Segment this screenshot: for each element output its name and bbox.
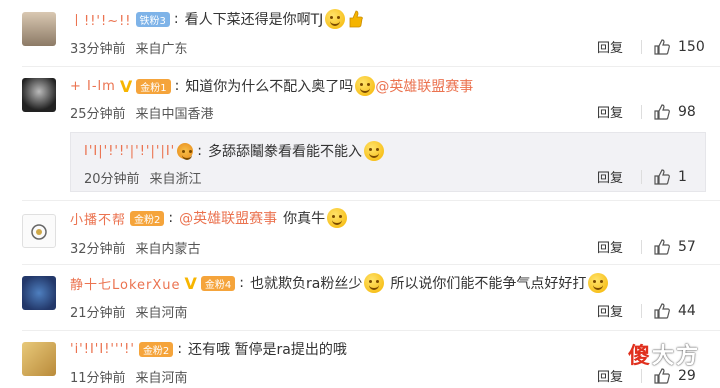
like-button[interactable]: 44	[654, 303, 696, 319]
mention-link[interactable]: @英雄联盟赛事	[179, 208, 277, 228]
avatar[interactable]	[22, 214, 56, 248]
username[interactable]: 小播不帮	[70, 209, 126, 228]
thumbs-up-icon	[654, 168, 670, 185]
comment-text-2: 所以说你们能不能争气点好好打	[390, 276, 587, 292]
username[interactable]: + I-lm	[70, 79, 116, 94]
fan-badge[interactable]: 金粉2	[130, 210, 165, 226]
like-button[interactable]: 1	[654, 169, 687, 185]
smile-emoji	[355, 76, 376, 96]
comment-time: 32分钟前	[70, 242, 126, 257]
sweat-emoji	[364, 273, 385, 293]
username[interactable]: 静十七LokerXue	[70, 274, 181, 293]
divider	[22, 330, 720, 331]
smile-emoji	[588, 273, 609, 293]
fan-badge[interactable]: 金粉4	[200, 275, 236, 291]
comment-text: 也就欺负ra粉丝少	[250, 276, 363, 292]
comment-time: 11分钟前	[70, 371, 126, 386]
divider	[641, 303, 642, 318]
comment-time: 21分钟前	[70, 306, 126, 321]
comment-source: 来自浙江	[149, 172, 202, 187]
verified-icon: V	[119, 76, 133, 96]
divider	[641, 368, 642, 383]
comment-text: 你真牛	[283, 211, 326, 227]
reply-button[interactable]: 回复	[597, 102, 641, 121]
smile-emoji	[327, 208, 348, 228]
comment-time: 33分钟前	[70, 42, 126, 57]
colon: :	[177, 341, 183, 357]
comment-text: 还有哦 暂停是ra提出的哦	[188, 342, 347, 358]
verified-icon: V	[184, 273, 197, 293]
avatar[interactable]	[22, 276, 56, 310]
divider	[22, 264, 720, 265]
colon: :	[173, 11, 179, 27]
scared-emoji	[363, 141, 384, 161]
like-count: 1	[678, 168, 687, 185]
avatar[interactable]	[22, 12, 56, 46]
watermark-part-1: 傻	[627, 344, 652, 369]
colon: :	[239, 275, 245, 291]
username[interactable]: I'I|'!'!'|'!'|'|I'	[84, 144, 175, 159]
comment-source: 来自中国香港	[135, 107, 214, 122]
like-button[interactable]: 150	[654, 39, 705, 55]
comment-text: 多舔舔鬮豢看看能不能入	[207, 144, 362, 160]
watermark-part-2: 大方	[651, 344, 700, 369]
comment-source: 来自广东	[135, 42, 188, 57]
divider	[641, 169, 642, 184]
thumbs-up-emoji	[349, 10, 364, 28]
fan-badge[interactable]: 铁粉3	[135, 11, 170, 27]
comment-time: 20分钟前	[84, 172, 140, 187]
comment-source: 来自河南	[135, 306, 188, 321]
username[interactable]: 'i'!I'I!'''!'	[70, 342, 135, 357]
watermark: 傻大方	[628, 338, 700, 370]
thumbs-up-icon	[654, 103, 670, 120]
divider	[22, 66, 720, 67]
username[interactable]: 丨!!'!~!!	[70, 10, 132, 29]
reply-button[interactable]: 回复	[597, 37, 641, 56]
comment-source: 来自内蒙古	[135, 242, 201, 257]
avatar[interactable]	[22, 78, 56, 112]
reply-button[interactable]: 回复	[597, 301, 641, 320]
fan-badge[interactable]: 金粉2	[138, 341, 174, 357]
like-count: 98	[678, 103, 696, 120]
reply-button[interactable]: 回复	[597, 167, 641, 186]
fan-badge[interactable]: 金粉1	[136, 78, 171, 94]
smile-emoji	[325, 9, 346, 29]
comment-source: 来自河南	[135, 371, 188, 386]
thumbs-up-icon	[654, 238, 670, 255]
colon: :	[174, 78, 180, 94]
like-button[interactable]: 57	[654, 239, 696, 255]
thumbs-up-icon	[654, 38, 670, 55]
like-count: 44	[678, 302, 696, 319]
divider	[641, 239, 642, 254]
avatar[interactable]	[22, 342, 56, 376]
like-count: 57	[678, 238, 696, 255]
avatar-image	[31, 224, 47, 240]
colon: :	[168, 210, 174, 226]
mention-link[interactable]: @英雄联盟赛事	[375, 76, 473, 96]
divider	[22, 200, 720, 201]
comment-text: 看人下菜还得是你啊TJ	[184, 12, 324, 28]
fan-icon	[177, 143, 194, 160]
reply-button[interactable]: 回复	[597, 237, 641, 256]
divider	[641, 39, 642, 54]
divider	[641, 104, 642, 119]
thumbs-up-icon	[654, 302, 670, 319]
like-button[interactable]: 98	[654, 104, 696, 120]
like-count: 150	[678, 38, 705, 55]
comment-time: 25分钟前	[70, 107, 126, 122]
comment-text: 知道你为什么不配入奥了吗	[185, 79, 354, 95]
colon: :	[197, 143, 202, 159]
